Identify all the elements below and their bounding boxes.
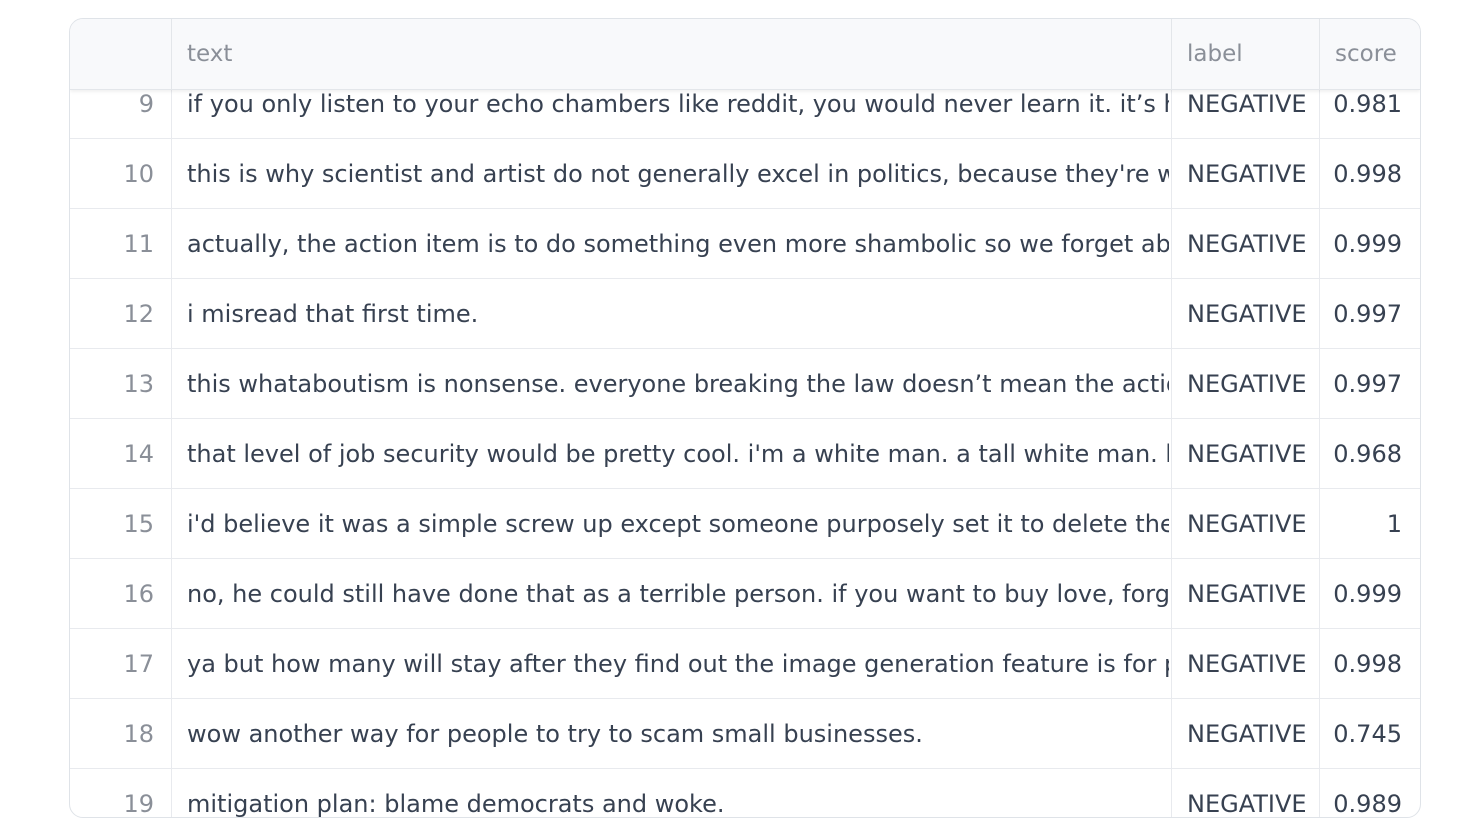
label-cell[interactable]: NEGATIVE: [1172, 349, 1320, 418]
text-value: ya but how many will stay after they fin…: [187, 649, 1169, 678]
text-cell[interactable]: this is why scientist and artist do not …: [172, 139, 1172, 208]
text-value: mitigation plan: blame democrats and wok…: [187, 789, 725, 818]
text-value: no, he could still have done that as a t…: [187, 579, 1169, 608]
text-cell[interactable]: i misread that first time.: [172, 279, 1172, 348]
table-row[interactable]: 10 this is why scientist and artist do n…: [70, 139, 1420, 209]
text-value: this is why scientist and artist do not …: [187, 159, 1169, 188]
label-cell[interactable]: NEGATIVE: [1172, 139, 1320, 208]
text-value: if you only listen to your echo chambers…: [187, 90, 1169, 118]
row-index: 12: [70, 279, 172, 348]
text-value: i'd believe it was a simple screw up exc…: [187, 509, 1169, 538]
table-row[interactable]: 14 that level of job security would be p…: [70, 419, 1420, 489]
text-value: this whataboutism is nonsense. everyone …: [187, 369, 1169, 398]
table-row[interactable]: 15 i'd believe it was a simple screw up …: [70, 489, 1420, 559]
text-cell[interactable]: actually, the action item is to do somet…: [172, 209, 1172, 278]
column-header-score[interactable]: score: [1320, 19, 1420, 89]
score-cell[interactable]: 0.745: [1320, 699, 1420, 768]
row-index: 15: [70, 489, 172, 558]
text-value: i misread that first time.: [187, 299, 479, 328]
row-index: 14: [70, 419, 172, 488]
label-cell[interactable]: NEGATIVE: [1172, 699, 1320, 768]
score-cell[interactable]: 0.998: [1320, 139, 1420, 208]
score-cell[interactable]: 0.968: [1320, 419, 1420, 488]
score-cell[interactable]: 0.989: [1320, 769, 1420, 818]
data-table: text label score 9 if you only listen to…: [69, 18, 1421, 818]
table-body[interactable]: 9 if you only listen to your echo chambe…: [70, 79, 1420, 818]
table-row[interactable]: 18 wow another way for people to try to …: [70, 699, 1420, 769]
table-row[interactable]: 12 i misread that first time. NEGATIVE 0…: [70, 279, 1420, 349]
score-cell[interactable]: 0.998: [1320, 629, 1420, 698]
text-value: wow another way for people to try to sca…: [187, 719, 923, 748]
column-header-index[interactable]: [70, 19, 172, 89]
text-cell[interactable]: this whataboutism is nonsense. everyone …: [172, 349, 1172, 418]
table-row[interactable]: 16 no, he could still have done that as …: [70, 559, 1420, 629]
score-cell[interactable]: 0.999: [1320, 209, 1420, 278]
text-cell[interactable]: i'd believe it was a simple screw up exc…: [172, 489, 1172, 558]
text-value: actually, the action item is to do somet…: [187, 229, 1169, 258]
column-header-text[interactable]: text: [172, 19, 1172, 89]
score-cell[interactable]: 0.997: [1320, 349, 1420, 418]
row-index: 16: [70, 559, 172, 628]
table-row[interactable]: 19 mitigation plan: blame democrats and …: [70, 769, 1420, 818]
row-index: 19: [70, 769, 172, 817]
column-header-label[interactable]: label: [1172, 19, 1320, 89]
label-cell[interactable]: NEGATIVE: [1172, 629, 1320, 698]
text-cell[interactable]: wow another way for people to try to sca…: [172, 699, 1172, 768]
label-cell[interactable]: NEGATIVE: [1172, 279, 1320, 348]
row-index: 10: [70, 139, 172, 208]
table-row[interactable]: 13 this whataboutism is nonsense. everyo…: [70, 349, 1420, 419]
label-cell[interactable]: NEGATIVE: [1172, 209, 1320, 278]
table-row[interactable]: 11 actually, the action item is to do so…: [70, 209, 1420, 279]
text-value: that level of job security would be pret…: [187, 439, 1169, 468]
score-cell[interactable]: 0.997: [1320, 279, 1420, 348]
score-cell[interactable]: 0.999: [1320, 559, 1420, 628]
text-cell[interactable]: no, he could still have done that as a t…: [172, 559, 1172, 628]
table-header: text label score: [70, 19, 1420, 90]
row-index: 11: [70, 209, 172, 278]
table-row[interactable]: 17 ya but how many will stay after they …: [70, 629, 1420, 699]
row-index: 18: [70, 699, 172, 768]
label-cell[interactable]: NEGATIVE: [1172, 489, 1320, 558]
label-cell[interactable]: NEGATIVE: [1172, 559, 1320, 628]
score-cell[interactable]: 1: [1320, 489, 1420, 558]
text-cell[interactable]: mitigation plan: blame democrats and wok…: [172, 769, 1172, 818]
label-cell[interactable]: NEGATIVE: [1172, 419, 1320, 488]
text-cell[interactable]: that level of job security would be pret…: [172, 419, 1172, 488]
text-cell[interactable]: ya but how many will stay after they fin…: [172, 629, 1172, 698]
label-cell[interactable]: NEGATIVE: [1172, 769, 1320, 817]
row-index: 13: [70, 349, 172, 418]
row-index: 17: [70, 629, 172, 698]
